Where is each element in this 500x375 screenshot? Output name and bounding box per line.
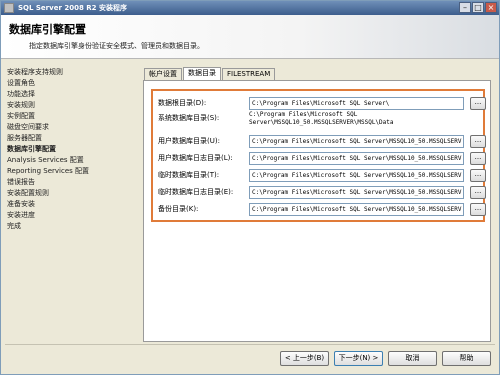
backup-row: 备份目录(K): C:\Program Files\Microsoft SQL … xyxy=(158,202,486,216)
tab-account-settings[interactable]: 帐户设置 xyxy=(144,68,182,80)
maximize-button[interactable]: □ xyxy=(472,2,484,13)
minimize-button[interactable]: – xyxy=(459,2,471,13)
step-nav: 安装程序支持规则 设置角色 功能选择 安装规则 实例配置 磁盘空间要求 服务器配… xyxy=(7,67,135,232)
system-db-value-line1: C:\Program Files\Microsoft SQL xyxy=(249,111,358,118)
nav-item[interactable]: Reporting Services 配置 xyxy=(7,166,135,177)
backup-label: 备份目录(K): xyxy=(158,205,199,213)
system-db-value-line2: Server\MSSQL10_50.MSSQLSERVER\MSSQL\Data xyxy=(249,119,394,126)
window-controls: – □ × xyxy=(459,2,497,13)
nav-item[interactable]: 实例配置 xyxy=(7,111,135,122)
temp-db-row: 临时数据库目录(T): C:\Program Files\Microsoft S… xyxy=(158,168,486,182)
system-db-label: 系统数据库目录(S): xyxy=(158,114,220,122)
nav-item[interactable]: 安装程序支持规则 xyxy=(7,67,135,78)
nav-item[interactable]: 安装规则 xyxy=(7,100,135,111)
page-title: 数据库引擎配置 xyxy=(9,23,86,36)
nav-item[interactable]: 磁盘空间要求 xyxy=(7,122,135,133)
temp-log-label: 临时数据库日志目录(E): xyxy=(158,188,234,196)
nav-item[interactable]: Analysis Services 配置 xyxy=(7,155,135,166)
nav-item-active[interactable]: 数据库引擎配置 xyxy=(7,144,135,155)
back-button[interactable]: < 上一步(B) xyxy=(280,351,329,366)
help-button[interactable]: 帮助 xyxy=(442,351,491,366)
nav-item[interactable]: 安装进度 xyxy=(7,210,135,221)
nav-item[interactable]: 功能选择 xyxy=(7,89,135,100)
temp-log-field[interactable]: C:\Program Files\Microsoft SQL Server\MS… xyxy=(249,185,464,199)
user-db-row: 用户数据库目录(U): C:\Program Files\Microsoft S… xyxy=(158,134,486,148)
wizard-buttons: < 上一步(B) 下一步(N) > 取消 帮助 xyxy=(280,351,491,366)
nav-item[interactable]: 错误报告 xyxy=(7,177,135,188)
next-button[interactable]: 下一步(N) > xyxy=(334,351,383,366)
tab-data-directories[interactable]: 数据目录 xyxy=(183,67,221,80)
data-root-row: 数据根目录(D): C:\Program Files\Microsoft SQL… xyxy=(158,96,486,110)
cancel-button[interactable]: 取消 xyxy=(388,351,437,366)
data-root-label: 数据根目录(D): xyxy=(158,99,207,107)
user-log-label: 用户数据库日志目录(L): xyxy=(158,154,233,162)
tab-strip: 帐户设置 数据目录 FILESTREAM xyxy=(144,67,276,80)
title-bar[interactable]: SQL Server 2008 R2 安装程序 – □ × xyxy=(1,1,499,15)
backup-browse-button[interactable]: ... xyxy=(470,202,486,216)
page-header: 数据库引擎配置 指定数据库引擎身份验证安全模式、管理员和数据目录。 xyxy=(1,15,499,59)
temp-db-browse-button[interactable]: ... xyxy=(470,168,486,182)
temp-db-field[interactable]: C:\Program Files\Microsoft SQL Server\MS… xyxy=(249,168,464,182)
nav-item[interactable]: 设置角色 xyxy=(7,78,135,89)
temp-log-browse-button[interactable]: ... xyxy=(470,185,486,199)
installer-window: SQL Server 2008 R2 安装程序 – □ × 数据库引擎配置 指定… xyxy=(0,0,500,375)
user-log-row: 用户数据库日志目录(L): C:\Program Files\Microsoft… xyxy=(158,151,486,165)
user-log-browse-button[interactable]: ... xyxy=(470,151,486,165)
nav-item[interactable]: 准备安装 xyxy=(7,199,135,210)
temp-log-row: 临时数据库日志目录(E): C:\Program Files\Microsoft… xyxy=(158,185,486,199)
user-db-field[interactable]: C:\Program Files\Microsoft SQL Server\MS… xyxy=(249,134,464,148)
data-root-field[interactable]: C:\Program Files\Microsoft SQL Server\ xyxy=(249,96,464,110)
system-db-value: C:\Program Files\Microsoft SQL Server\MS… xyxy=(249,111,464,127)
footer-divider xyxy=(5,344,495,345)
user-log-field[interactable]: C:\Program Files\Microsoft SQL Server\MS… xyxy=(249,151,464,165)
user-db-label: 用户数据库目录(U): xyxy=(158,137,220,145)
data-root-browse-button[interactable]: ... xyxy=(470,96,486,110)
close-button[interactable]: × xyxy=(485,2,497,13)
user-db-browse-button[interactable]: ... xyxy=(470,134,486,148)
tab-filestream[interactable]: FILESTREAM xyxy=(222,68,276,80)
nav-item[interactable]: 服务器配置 xyxy=(7,133,135,144)
nav-item[interactable]: 完成 xyxy=(7,221,135,232)
directories-group: 数据根目录(D): C:\Program Files\Microsoft SQL… xyxy=(151,89,486,222)
backup-field[interactable]: C:\Program Files\Microsoft SQL Server\MS… xyxy=(249,202,464,216)
page-description: 指定数据库引擎身份验证安全模式、管理员和数据目录。 xyxy=(29,42,204,50)
temp-db-label: 临时数据库目录(T): xyxy=(158,171,220,179)
data-directories-panel: 数据根目录(D): C:\Program Files\Microsoft SQL… xyxy=(143,80,491,342)
nav-item[interactable]: 安装配置规则 xyxy=(7,188,135,199)
app-icon xyxy=(4,3,14,13)
system-db-row: 系统数据库目录(S): C:\Program Files\Microsoft S… xyxy=(158,111,464,131)
window-title: SQL Server 2008 R2 安装程序 xyxy=(18,4,127,12)
